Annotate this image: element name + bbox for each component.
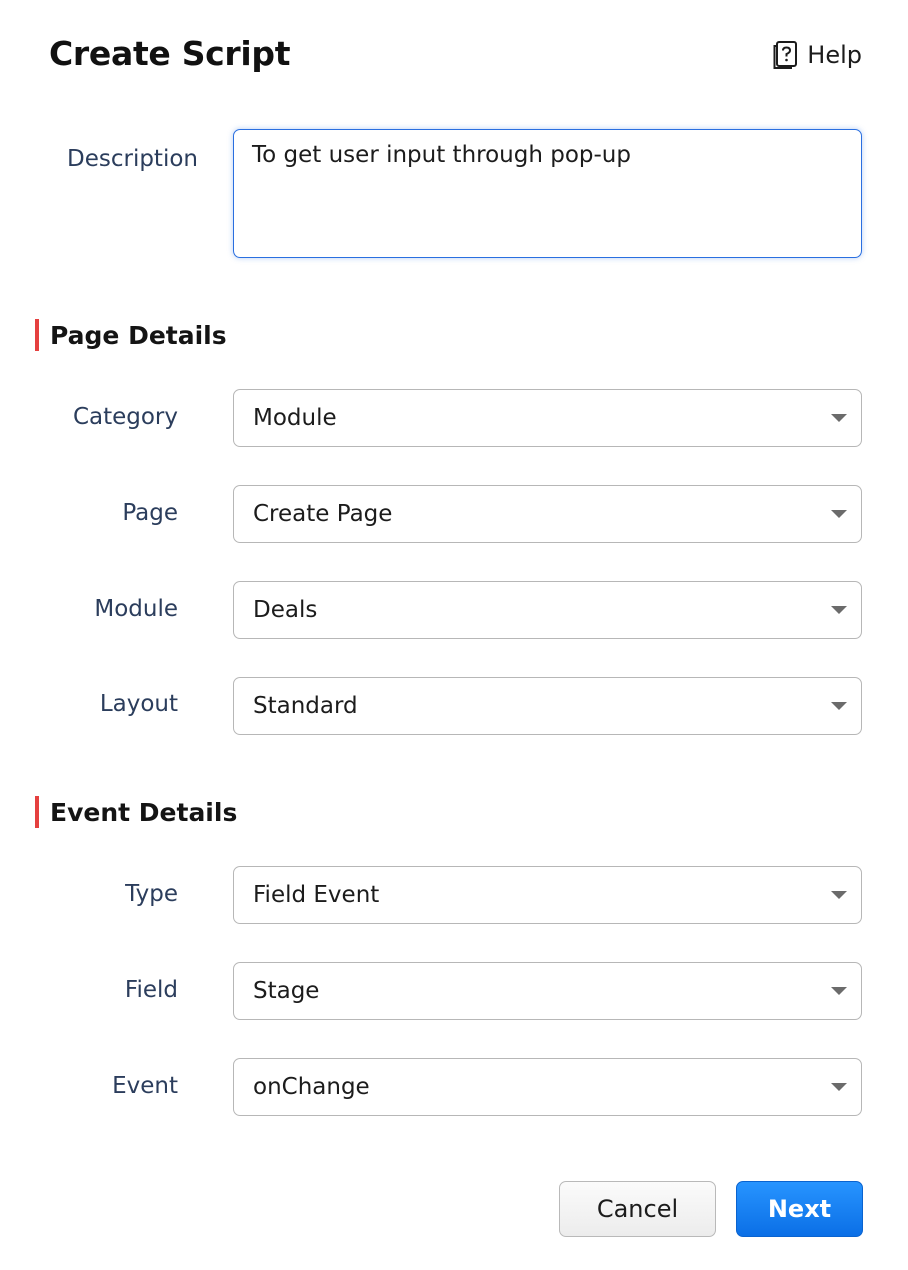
field-value: Stage xyxy=(253,978,320,1004)
chevron-down-icon xyxy=(831,606,847,614)
module-label: Module xyxy=(94,596,178,622)
category-label: Category xyxy=(72,404,178,430)
event-details-heading: Event Details xyxy=(35,796,237,828)
cancel-button[interactable]: Cancel xyxy=(559,1181,716,1237)
field-select[interactable]: Stage xyxy=(233,962,862,1020)
event-value: onChange xyxy=(253,1074,370,1100)
chevron-down-icon xyxy=(831,702,847,710)
page-details-heading: Page Details xyxy=(35,319,227,351)
description-label: Description xyxy=(67,146,198,172)
help-book-icon xyxy=(773,40,799,70)
module-value: Deals xyxy=(253,597,318,623)
page-title: Create Script xyxy=(49,34,291,73)
layout-value: Standard xyxy=(253,693,358,719)
page-details-title: Page Details xyxy=(50,320,227,350)
chevron-down-icon xyxy=(831,414,847,422)
layout-select[interactable]: Standard xyxy=(233,677,862,735)
chevron-down-icon xyxy=(831,987,847,995)
page-select[interactable]: Create Page xyxy=(233,485,862,543)
type-label: Type xyxy=(125,881,178,907)
event-details-title: Event Details xyxy=(50,797,238,827)
description-textarea[interactable]: To get user input through pop-up xyxy=(233,129,862,258)
type-value: Field Event xyxy=(253,882,380,908)
event-label: Event xyxy=(112,1073,178,1099)
layout-label: Layout xyxy=(99,691,178,717)
section-accent-bar xyxy=(35,796,39,828)
category-select[interactable]: Module xyxy=(233,389,862,447)
module-select[interactable]: Deals xyxy=(233,581,862,639)
page-value: Create Page xyxy=(253,501,393,527)
page-label: Page xyxy=(122,500,178,526)
help-label: Help xyxy=(807,41,862,69)
next-button[interactable]: Next xyxy=(736,1181,863,1237)
type-select[interactable]: Field Event xyxy=(233,866,862,924)
category-value: Module xyxy=(253,405,337,431)
event-select[interactable]: onChange xyxy=(233,1058,862,1116)
field-label: Field xyxy=(124,977,178,1003)
section-accent-bar xyxy=(35,319,39,351)
help-link[interactable]: Help xyxy=(773,40,862,70)
chevron-down-icon xyxy=(831,891,847,899)
chevron-down-icon xyxy=(831,510,847,518)
chevron-down-icon xyxy=(831,1083,847,1091)
